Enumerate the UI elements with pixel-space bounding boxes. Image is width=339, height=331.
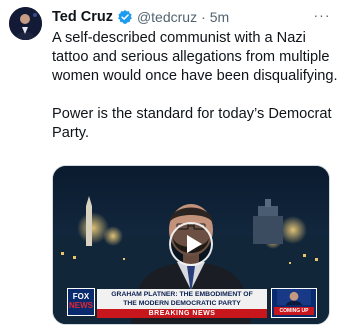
play-icon[interactable] bbox=[169, 222, 213, 266]
logo-line-1: FOX bbox=[72, 292, 90, 301]
news-chyron: FOX NEWS GRAHAM PLATNER: THE EMBODIMENT … bbox=[53, 288, 329, 324]
tweet-header: Ted Cruz @tedcruz · 5m ··· bbox=[52, 8, 333, 26]
tweet-paragraph: Power is the standard for today’s Democr… bbox=[52, 106, 332, 141]
video-player[interactable]: FOX NEWS GRAHAM PLATNER: THE EMBODIMENT … bbox=[52, 165, 330, 325]
tweet-text: A self-described communist with a Nazi t… bbox=[52, 29, 338, 143]
header-separator: · bbox=[201, 9, 206, 25]
author-handle[interactable]: @tedcruz bbox=[137, 9, 197, 25]
logo-line-2: NEWS bbox=[69, 301, 93, 310]
avatar[interactable] bbox=[9, 7, 42, 40]
more-options-icon[interactable]: ··· bbox=[311, 8, 333, 26]
headline-line-1: GRAHAM PLATNER: THE EMBODIMENT OF bbox=[111, 291, 253, 298]
headline-line-2: THE MODERN DEMOCRATIC PARTY bbox=[123, 300, 241, 307]
fox-news-logo: FOX NEWS bbox=[67, 288, 95, 316]
breaking-news-label: BREAKING NEWS bbox=[97, 309, 267, 318]
author-name[interactable]: Ted Cruz bbox=[52, 9, 113, 25]
timestamp[interactable]: 5m bbox=[210, 9, 229, 25]
verified-badge-icon bbox=[117, 9, 133, 25]
promo-box: COMING UP bbox=[271, 288, 317, 318]
tweet-card[interactable]: Ted Cruz @tedcruz · 5m ··· A self-descri… bbox=[0, 0, 339, 331]
tweet-paragraph: A self-described communist with a Nazi t… bbox=[52, 30, 338, 84]
chyron-headline: GRAHAM PLATNER: THE EMBODIMENT OF THE MO… bbox=[97, 289, 267, 309]
promo-label: COMING UP bbox=[274, 307, 314, 315]
